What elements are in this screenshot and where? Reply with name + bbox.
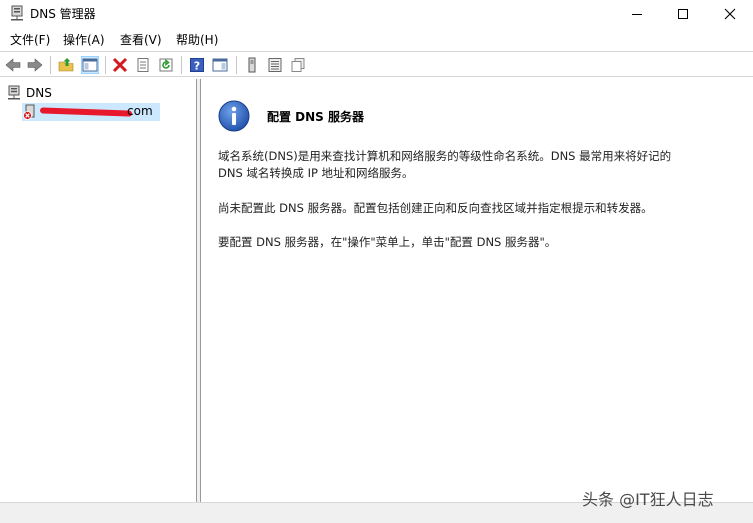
tree-node-server[interactable]: com bbox=[22, 103, 160, 121]
window-title: DNS 管理器 bbox=[30, 7, 96, 21]
toolbar-separator bbox=[181, 56, 182, 74]
show-hide-action-pane-icon bbox=[212, 58, 228, 72]
page-heading: 配置 DNS 服务器 bbox=[267, 110, 365, 124]
dns-server-icon bbox=[8, 85, 20, 100]
minimize-icon bbox=[632, 14, 642, 15]
show-hide-console-tree-button[interactable] bbox=[81, 56, 99, 74]
maximize-icon bbox=[678, 9, 688, 19]
minimize-button[interactable] bbox=[614, 0, 660, 28]
server-name-suffix: com bbox=[127, 104, 153, 118]
svg-text:?: ? bbox=[194, 60, 200, 73]
forward-icon bbox=[27, 58, 43, 72]
close-icon bbox=[724, 8, 736, 20]
console-tree: DNS com bbox=[0, 79, 197, 502]
list-icon bbox=[268, 58, 282, 72]
show-hide-action-pane-button[interactable] bbox=[211, 56, 229, 74]
details-pane: 配置 DNS 服务器 域名系统(DNS)是用来查找计算机和网络服务的等级性命名系… bbox=[201, 79, 753, 502]
copy-icon bbox=[291, 58, 305, 72]
tree-node-dns-label: DNS bbox=[26, 86, 52, 100]
list-button[interactable] bbox=[266, 56, 284, 74]
menu-view[interactable]: 查看(V) bbox=[120, 31, 162, 48]
show-hide-console-tree-icon bbox=[82, 58, 98, 72]
server-icon bbox=[248, 57, 256, 73]
status-paragraph: 尚未配置此 DNS 服务器。配置包括创建正向和反向查找区域并指定根提示和转发器。 bbox=[218, 201, 653, 215]
menu-help[interactable]: 帮助(H) bbox=[176, 31, 218, 48]
tree-node-server-label: com bbox=[39, 104, 158, 120]
redaction-mark bbox=[39, 107, 133, 117]
toolbar-separator bbox=[236, 56, 237, 74]
info-icon bbox=[218, 100, 250, 132]
up-folder-icon bbox=[58, 58, 74, 72]
refresh-icon bbox=[159, 58, 173, 72]
forward-button[interactable] bbox=[26, 56, 44, 74]
close-button[interactable] bbox=[707, 0, 753, 28]
copy-button[interactable] bbox=[289, 56, 307, 74]
title-bar: DNS 管理器 bbox=[0, 0, 753, 28]
menu-file[interactable]: 文件(F) bbox=[10, 31, 50, 48]
toolbar-separator bbox=[105, 56, 106, 74]
description-paragraph: 域名系统(DNS)是用来查找计算机和网络服务的等级性命名系统。DNS 最常用来将… bbox=[218, 148, 738, 182]
instruction-paragraph: 要配置 DNS 服务器，在"操作"菜单上，单击"配置 DNS 服务器"。 bbox=[218, 235, 557, 249]
description-line-1: 域名系统(DNS)是用来查找计算机和网络服务的等级性命名系统。DNS 最常用来将… bbox=[218, 149, 672, 163]
description-line-2: DNS 域名转换成 IP 地址和网络服务。 bbox=[218, 166, 414, 180]
redacted-server-name bbox=[39, 105, 140, 119]
help-icon: ? bbox=[190, 58, 204, 73]
help-button[interactable]: ? bbox=[188, 56, 206, 74]
server-button[interactable] bbox=[243, 56, 261, 74]
menu-action[interactable]: 操作(A) bbox=[63, 31, 105, 48]
back-button[interactable] bbox=[4, 56, 22, 74]
dns-server-icon bbox=[11, 5, 23, 21]
delete-button[interactable] bbox=[111, 56, 129, 74]
maximize-button[interactable] bbox=[660, 0, 706, 28]
back-icon bbox=[5, 58, 21, 72]
delete-icon bbox=[112, 57, 128, 73]
menu-bar: 文件(F) 操作(A) 查看(V) 帮助(H) bbox=[0, 28, 753, 50]
properties-button[interactable] bbox=[134, 56, 152, 74]
properties-icon bbox=[137, 58, 149, 72]
toolbar: ? bbox=[0, 51, 753, 77]
watermark: 头条 @IT狂人日志 bbox=[582, 490, 714, 509]
tree-node-dns[interactable]: DNS bbox=[6, 84, 52, 102]
refresh-button[interactable] bbox=[157, 56, 175, 74]
toolbar-separator bbox=[50, 56, 51, 74]
up-folder-button[interactable] bbox=[57, 56, 75, 74]
server-error-icon bbox=[23, 104, 35, 120]
